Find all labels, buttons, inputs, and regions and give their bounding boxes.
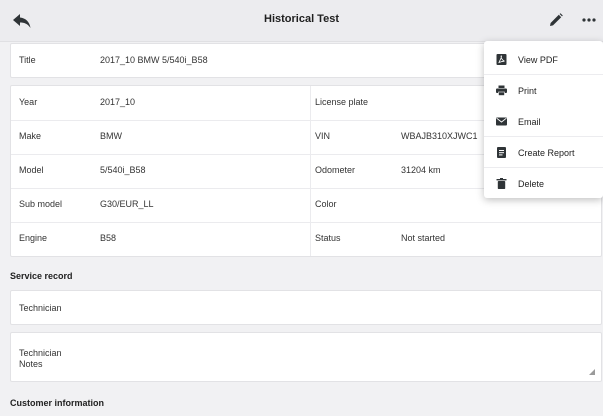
technician-notes-label-line1: Technician xyxy=(19,348,62,358)
year-value: 2017_10 xyxy=(100,97,136,107)
menu-item-label: Print xyxy=(518,86,537,96)
edit-button[interactable] xyxy=(545,9,567,31)
pdf-icon xyxy=(496,54,507,65)
make-value: BMW xyxy=(100,131,122,141)
more-horizontal-icon xyxy=(582,18,596,22)
trash-icon xyxy=(496,178,507,189)
make-field[interactable]: Make BMW xyxy=(11,120,310,154)
make-label: Make xyxy=(19,131,42,141)
engine-field[interactable]: Engine B58 xyxy=(11,222,310,256)
top-bar: Historical Test xyxy=(0,0,603,42)
sub-model-field[interactable]: Sub model G30/EUR_LL xyxy=(11,188,310,222)
sub-model-value: G30/EUR_LL xyxy=(100,199,154,209)
year-label: Year xyxy=(19,97,38,107)
status-field[interactable]: Status Not started xyxy=(311,222,601,256)
menu-item-label: Create Report xyxy=(518,148,575,158)
vin-value: WBAJB310XJWC1 xyxy=(401,131,478,141)
menu-item-label: View PDF xyxy=(518,55,558,65)
email-icon xyxy=(496,117,507,126)
vin-label: VIN xyxy=(315,131,331,141)
color-label: Color xyxy=(315,199,337,209)
title-label: Title xyxy=(19,55,36,65)
page-title: Historical Test xyxy=(264,13,339,25)
model-value: 5/540i_B58 xyxy=(100,165,146,175)
year-field[interactable]: Year 2017_10 xyxy=(11,86,310,120)
menu-item-label: Delete xyxy=(518,179,545,189)
odometer-value: 31204 km xyxy=(401,165,441,175)
menu-item-delete[interactable]: Delete xyxy=(484,168,603,199)
technician-label: Technician xyxy=(19,303,62,313)
historical-test-page: Historical Test Title 2017_10 BMW 5/540i… xyxy=(0,0,603,416)
sub-model-label: Sub model xyxy=(19,199,63,209)
menu-item-label: Email xyxy=(518,117,541,127)
menu-item-create-report[interactable]: Create Report xyxy=(484,137,603,168)
technician-field[interactable]: Technician xyxy=(10,290,602,325)
menu-item-view-pdf[interactable]: View PDF xyxy=(484,44,603,75)
menu-item-email[interactable]: Email xyxy=(484,106,603,137)
status-value: Not started xyxy=(401,233,446,243)
odometer-label: Odometer xyxy=(315,165,356,175)
options-menu: View PDF Print Email Create Report Delet… xyxy=(484,41,603,198)
more-options-button[interactable] xyxy=(578,9,600,31)
print-icon xyxy=(496,85,507,96)
model-label: Model xyxy=(19,165,44,175)
menu-item-print[interactable]: Print xyxy=(484,75,603,106)
technician-notes-field[interactable]: Technician Notes xyxy=(10,332,602,382)
detail-row: Engine B58 Status Not started xyxy=(11,222,601,257)
customer-information-heading: Customer information xyxy=(10,398,105,408)
model-field[interactable]: Model 5/540i_B58 xyxy=(11,154,310,188)
license-plate-label: License plate xyxy=(315,97,369,107)
technician-notes-label-line2: Notes xyxy=(19,359,43,369)
title-value: 2017_10 BMW 5/540i_B58 xyxy=(100,55,208,65)
report-icon xyxy=(497,147,506,158)
engine-value: B58 xyxy=(100,233,117,243)
status-label: Status xyxy=(315,233,341,243)
resize-handle[interactable] xyxy=(589,369,595,375)
pencil-icon xyxy=(550,13,563,26)
engine-label: Engine xyxy=(19,233,48,243)
service-record-heading: Service record xyxy=(10,271,73,281)
